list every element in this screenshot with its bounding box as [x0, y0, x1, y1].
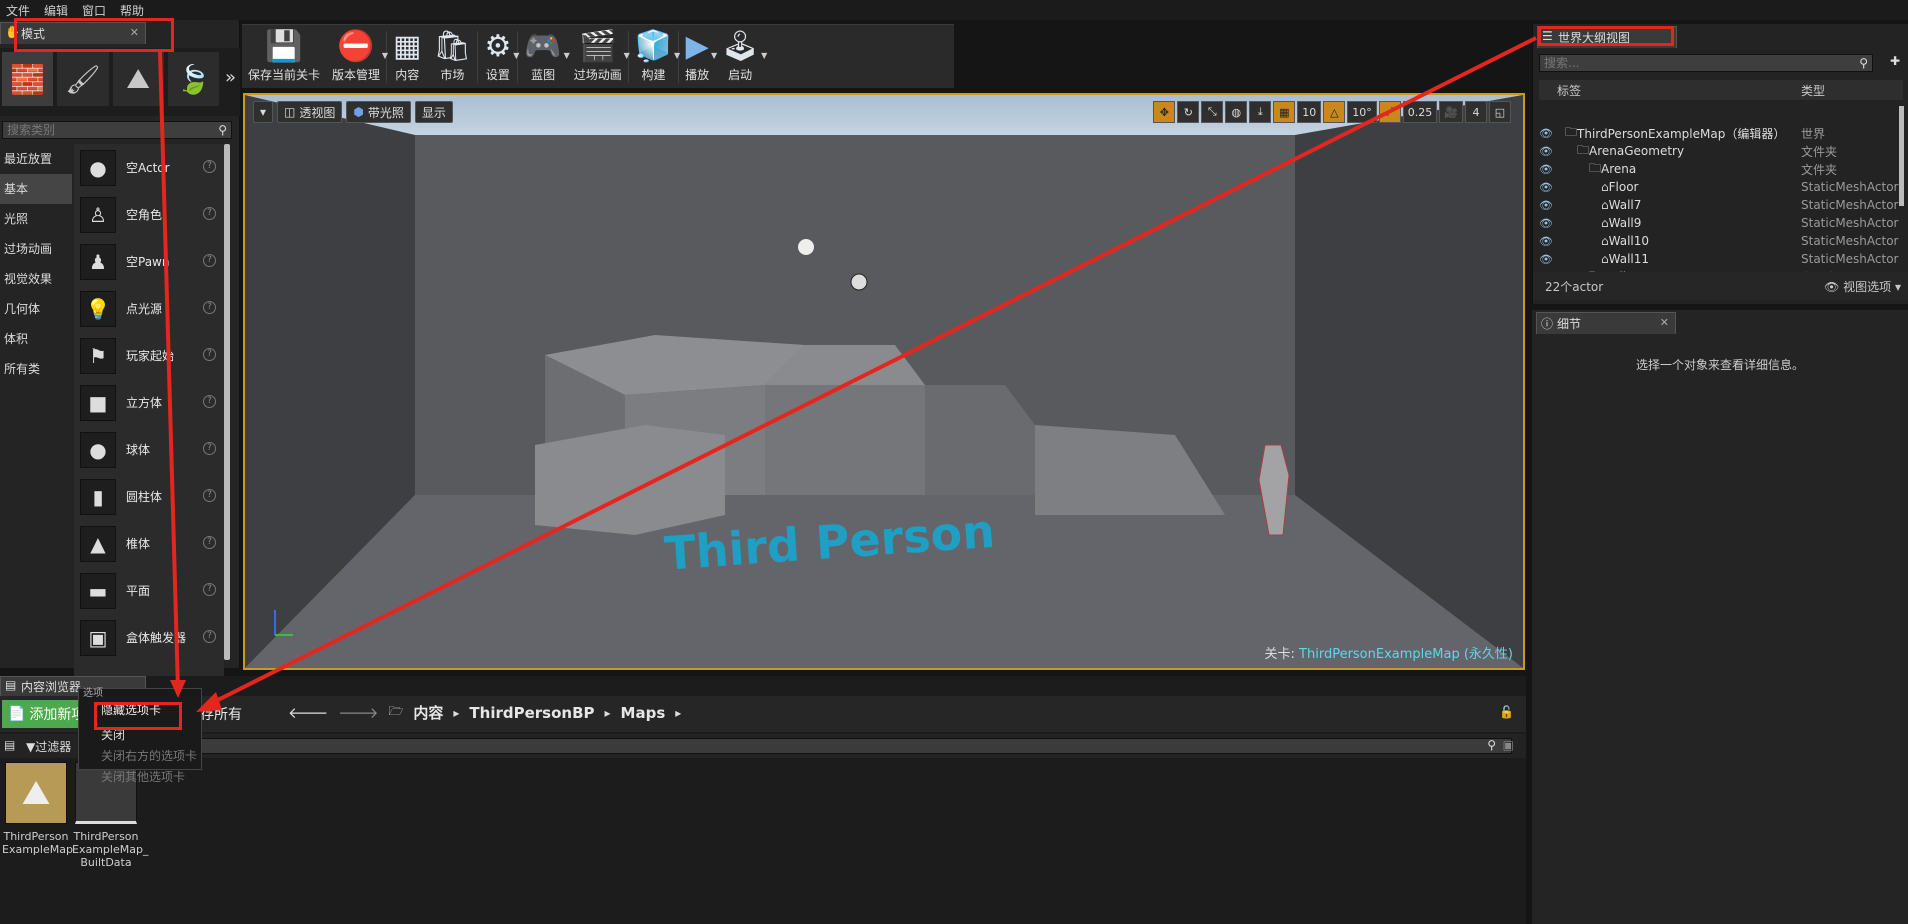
arrowhead-outliner — [196, 692, 222, 712]
arrow-line-outliner — [205, 36, 1537, 708]
arrow-line-modes — [158, 49, 180, 691]
annotation-arrows — [158, 36, 1537, 712]
arrowhead-modes — [170, 680, 186, 698]
